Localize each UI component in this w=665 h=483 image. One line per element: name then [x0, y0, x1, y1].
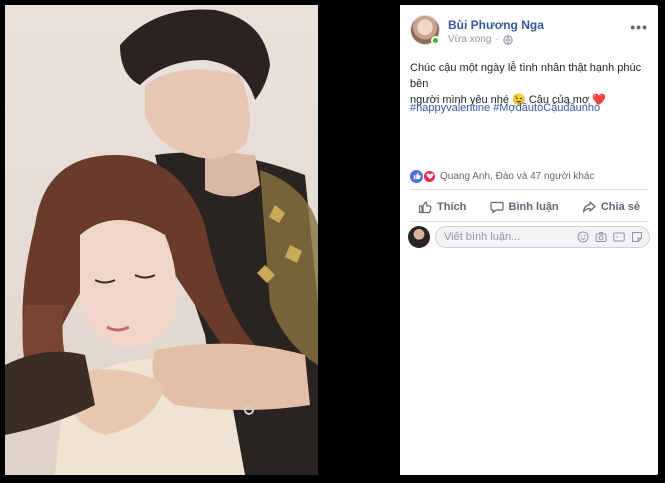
viewer-avatar — [408, 226, 430, 248]
reactions-summary[interactable]: Quang Anh, Đào và 47 người khác — [410, 168, 648, 184]
like-icon — [418, 201, 432, 214]
share-button[interactable]: Chia sẻ — [574, 195, 648, 219]
hashtag-link[interactable]: #happyvalentine — [410, 102, 490, 114]
divider — [410, 221, 648, 222]
post-header: Bùi Phương Nga Vừa xong · ••• — [410, 15, 648, 51]
comment-input[interactable]: Viết bình luận... — [435, 226, 650, 248]
share-icon — [582, 201, 596, 213]
author-name[interactable]: Bùi Phương Nga — [448, 18, 544, 32]
post-panel: Bùi Phương Nga Vừa xong · ••• Chúc cậu m… — [400, 5, 658, 475]
globe-icon[interactable] — [503, 34, 513, 45]
sticker-icon[interactable] — [631, 231, 643, 243]
action-bar: Thích Bình luận Chia sẻ — [410, 195, 648, 219]
like-label: Thích — [437, 201, 467, 213]
love-reaction-icon — [423, 169, 436, 183]
post-time[interactable]: Vừa xong — [448, 34, 491, 45]
post-photo[interactable] — [5, 5, 318, 475]
comment-label: Bình luận — [508, 201, 559, 213]
online-status-indicator — [431, 36, 440, 45]
comment-icon — [489, 201, 504, 214]
post-text-line1: Chúc cậu một ngày lễ tình nhân thật hạnh… — [410, 62, 642, 90]
photo-viewer — [0, 0, 400, 483]
camera-icon[interactable] — [595, 231, 607, 243]
comment-composer: Viết bình luận... — [408, 225, 650, 249]
post-hashtags: #happyvalentine #MợđầutoCậuđầunhỏ — [410, 102, 650, 114]
post-message: Chúc cậu một ngày lễ tình nhân thật hạnh… — [410, 60, 650, 108]
divider — [410, 189, 648, 190]
post-meta: Vừa xong · — [448, 34, 513, 45]
like-reaction-icon — [410, 169, 423, 183]
hashtag-link[interactable]: #MợđầutoCậuđầunhỏ — [493, 102, 600, 114]
comment-placeholder: Viết bình luận... — [444, 231, 521, 243]
reactions-text: Quang Anh, Đào và 47 người khác — [440, 170, 595, 182]
emoji-icon[interactable] — [577, 231, 589, 243]
comment-button[interactable]: Bình luận — [482, 195, 567, 219]
share-label: Chia sẻ — [600, 201, 640, 213]
like-button[interactable]: Thích — [410, 195, 474, 219]
gif-icon[interactable] — [613, 231, 625, 243]
more-options-icon[interactable]: ••• — [630, 19, 648, 35]
